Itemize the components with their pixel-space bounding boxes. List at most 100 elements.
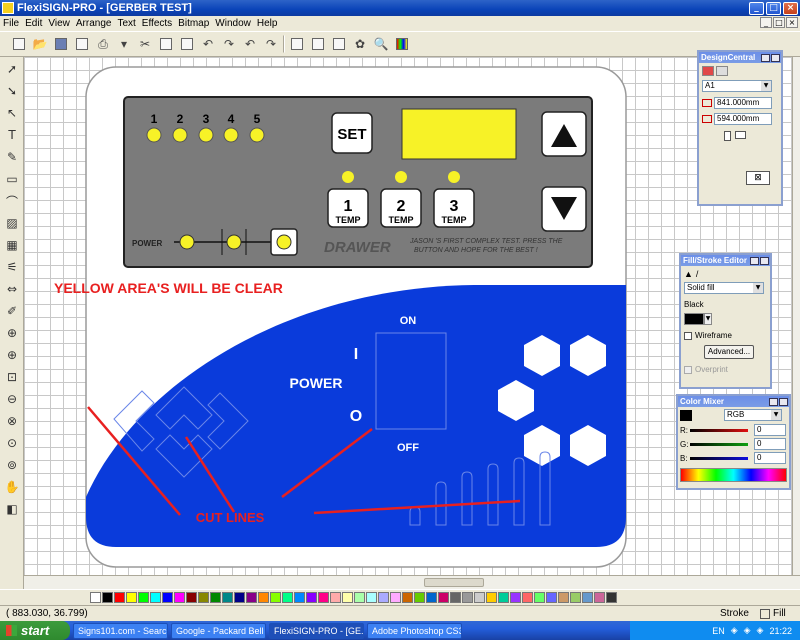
curve-tool-icon[interactable]: ⌒ — [3, 192, 21, 210]
blue-slider[interactable] — [690, 456, 748, 460]
menu-arrange[interactable]: Arrange — [76, 18, 118, 29]
green-value-field[interactable]: 0 — [754, 438, 786, 450]
stroke-pen-icon[interactable]: / — [696, 269, 699, 279]
zoom-in-icon[interactable]: ⊕ — [3, 346, 21, 364]
swatch[interactable] — [450, 592, 461, 603]
language-indicator[interactable]: EN — [712, 626, 725, 636]
zoom-previous-icon[interactable]: ⊗ — [3, 412, 21, 430]
zoom-fit-icon[interactable]: ⊕ — [3, 324, 21, 342]
swatch[interactable] — [342, 592, 353, 603]
redo-icon[interactable]: ↷ — [220, 35, 238, 53]
tray-icon[interactable]: ◈ — [731, 625, 738, 636]
color-spectrum-bar[interactable] — [680, 468, 787, 482]
dimension-tool-icon[interactable]: ⇔ — [3, 280, 21, 298]
swatch[interactable] — [378, 592, 389, 603]
swatch[interactable] — [246, 592, 257, 603]
undo-icon[interactable]: ↶ — [199, 35, 217, 53]
swatch[interactable] — [534, 592, 545, 603]
overprint-checkbox[interactable] — [684, 365, 692, 374]
swatch[interactable] — [546, 592, 557, 603]
zoom-selection-icon[interactable]: ⊙ — [3, 434, 21, 452]
panel-minimize-icon[interactable] — [750, 256, 759, 265]
swatch[interactable] — [222, 592, 233, 603]
horizontal-scroll-thumb[interactable] — [424, 578, 484, 587]
swatch[interactable] — [390, 592, 401, 603]
zoom-all-icon[interactable]: ⊚ — [3, 456, 21, 474]
fill-bucket-icon[interactable]: ▲ — [684, 269, 693, 279]
blue-value-field[interactable]: 0 — [754, 452, 786, 464]
swatch[interactable] — [258, 592, 269, 603]
swatch[interactable] — [486, 592, 497, 603]
pick-tool-icon[interactable]: ↖ — [3, 104, 21, 122]
doc-minimize-button[interactable]: _ — [760, 17, 772, 28]
save-icon[interactable] — [52, 35, 70, 53]
hand-pan-icon[interactable]: ✋ — [3, 478, 21, 496]
wireframe-checkbox[interactable] — [684, 331, 692, 340]
swatch[interactable] — [162, 592, 173, 603]
undo2-icon[interactable]: ↶ — [241, 35, 259, 53]
swatch[interactable] — [582, 592, 593, 603]
zoom-out-icon[interactable]: ⊖ — [3, 390, 21, 408]
fill-tool-icon[interactable]: ▨ — [3, 214, 21, 232]
stroke-swatch[interactable] — [760, 608, 770, 619]
dc-options-icon[interactable]: ⊠ — [746, 171, 770, 185]
document-icon[interactable] — [330, 35, 348, 53]
doc-close-button[interactable]: × — [786, 17, 798, 28]
fill-stroke-swatch-icon[interactable]: ◧ — [3, 500, 21, 518]
red-slider[interactable] — [690, 428, 748, 432]
arrow-select-icon[interactable]: ➚ — [3, 60, 21, 78]
fill-type-select[interactable]: Solid fill ▼ — [684, 282, 764, 294]
layout-icon[interactable] — [288, 35, 306, 53]
swatch[interactable] — [354, 592, 365, 603]
tray-icon[interactable]: ◈ — [744, 625, 751, 636]
swatch[interactable] — [558, 592, 569, 603]
menu-bitmap[interactable]: Bitmap — [178, 18, 215, 29]
menu-window[interactable]: Window — [215, 18, 257, 29]
swatch[interactable] — [594, 592, 605, 603]
menu-effects[interactable]: Effects — [142, 18, 178, 29]
swatch[interactable] — [414, 592, 425, 603]
swatch[interactable] — [438, 592, 449, 603]
shape-tool-icon[interactable]: ✎ — [3, 148, 21, 166]
swatch[interactable] — [330, 592, 341, 603]
copy-icon[interactable] — [157, 35, 175, 53]
knife-tool-icon[interactable]: ⚟ — [3, 258, 21, 276]
new-file-icon[interactable] — [10, 35, 28, 53]
chevron-down-icon[interactable]: ▼ — [704, 313, 712, 325]
swatch[interactable] — [114, 592, 125, 603]
tray-icon[interactable]: ◈ — [757, 625, 764, 636]
taskbar-item-active[interactable]: FlexiSIGN-PRO - [GE... — [269, 622, 364, 639]
minimize-button[interactable]: _ — [749, 1, 764, 15]
color-model-select[interactable]: RGB ▼ — [724, 409, 782, 421]
swatch[interactable] — [462, 592, 473, 603]
print-icon[interactable]: ⎙ — [94, 35, 112, 53]
advanced-button[interactable]: Advanced... — [704, 345, 754, 359]
swatch[interactable] — [138, 592, 149, 603]
swatch[interactable] — [282, 592, 293, 603]
swatch[interactable] — [234, 592, 245, 603]
output-icon[interactable]: ▾ — [115, 35, 133, 53]
paste-icon[interactable] — [178, 35, 196, 53]
maximize-button[interactable]: □ — [766, 1, 781, 15]
cut-icon[interactable]: ✂ — [136, 35, 154, 53]
swatch[interactable] — [186, 592, 197, 603]
swatch[interactable] — [510, 592, 521, 603]
swatch[interactable] — [402, 592, 413, 603]
swatch[interactable] — [570, 592, 581, 603]
swatch[interactable] — [318, 592, 329, 603]
menu-file[interactable]: File — [3, 18, 25, 29]
menu-view[interactable]: View — [48, 18, 76, 29]
panel-close-icon[interactable] — [771, 53, 780, 62]
dc-tab-1-icon[interactable] — [702, 66, 714, 76]
taskbar-item[interactable]: Signs101.com - Searc... — [73, 622, 168, 639]
panel-minimize-icon[interactable] — [761, 53, 770, 62]
swatch[interactable] — [522, 592, 533, 603]
menu-help[interactable]: Help — [257, 18, 284, 29]
panel-minimize-icon[interactable] — [769, 397, 778, 406]
swatch[interactable] — [126, 592, 137, 603]
red-value-field[interactable]: 0 — [754, 424, 786, 436]
doc-restore-button[interactable]: □ — [773, 17, 785, 28]
vertical-scrollbar[interactable] — [792, 57, 800, 575]
swatch[interactable] — [474, 592, 485, 603]
dc-font-select[interactable]: A1 ▼ — [702, 80, 772, 92]
